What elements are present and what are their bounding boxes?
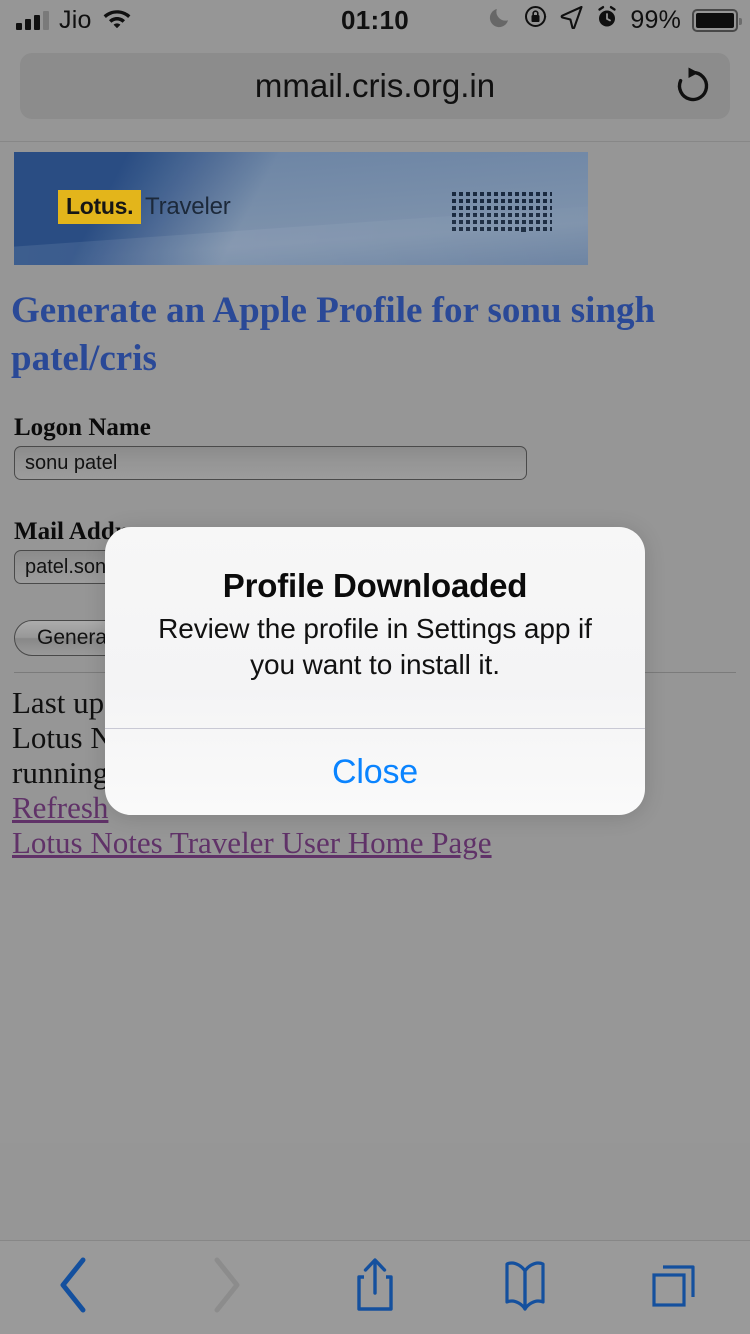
- tabs-button[interactable]: [600, 1241, 750, 1334]
- alert-message: Review the profile in Settings app if yo…: [158, 613, 592, 680]
- status-line-3-prefix: running: [12, 755, 109, 790]
- back-chevron-icon: [55, 1254, 95, 1321]
- location-arrow-icon: [559, 4, 584, 36]
- logon-name-input[interactable]: [14, 446, 527, 480]
- logon-name-label: Logon Name: [14, 414, 151, 441]
- forward-button[interactable]: [150, 1241, 300, 1334]
- back-button[interactable]: [0, 1241, 150, 1334]
- traveler-home-page-link[interactable]: Lotus Notes Traveler User Home Page: [12, 825, 492, 860]
- url-text[interactable]: mmail.cris.org.in: [20, 53, 730, 119]
- traveler-product-label: Traveler: [145, 193, 231, 220]
- battery-icon: [692, 8, 742, 32]
- url-bar[interactable]: mmail.cris.org.in: [20, 53, 730, 119]
- ibm-logo-icon: [452, 192, 552, 232]
- lotus-brand-badge: Lotus.: [58, 190, 142, 224]
- tabs-icon: [647, 1257, 703, 1318]
- do-not-disturb-moon-icon: [488, 5, 512, 36]
- refresh-link[interactable]: Refresh: [12, 790, 108, 825]
- lotus-traveler-banner: Lotus. Traveler: [14, 152, 588, 265]
- book-icon: [497, 1258, 553, 1317]
- browser-top-chrome: mmail.cris.org.in: [0, 40, 750, 142]
- alarm-clock-icon: [595, 5, 619, 36]
- status-line-1-prefix: Last upd: [12, 685, 120, 720]
- home-page-line: Lotus Notes Traveler User Home Page: [12, 825, 738, 860]
- alert-close-button[interactable]: Close: [105, 729, 645, 815]
- status-line-2-prefix: Lotus N: [12, 720, 113, 755]
- profile-downloaded-alert: Profile Downloaded Review the profile in…: [105, 527, 645, 815]
- browser-bottom-toolbar: [0, 1240, 750, 1334]
- status-bar-right: 99%: [488, 4, 742, 36]
- forward-chevron-icon: [205, 1254, 245, 1321]
- alert-body: Profile Downloaded Review the profile in…: [105, 527, 645, 728]
- share-button[interactable]: [300, 1241, 450, 1334]
- share-icon: [352, 1255, 398, 1320]
- page-title: Generate an Apple Profile for sonu singh…: [11, 290, 656, 379]
- alert-title: Profile Downloaded: [222, 567, 528, 604]
- battery-percent-label: 99%: [630, 5, 681, 34]
- status-bar: Jio 01:10 99%: [0, 0, 750, 40]
- reload-icon[interactable]: [670, 63, 716, 109]
- bookmarks-button[interactable]: [450, 1241, 600, 1334]
- rotation-lock-icon: [523, 4, 548, 36]
